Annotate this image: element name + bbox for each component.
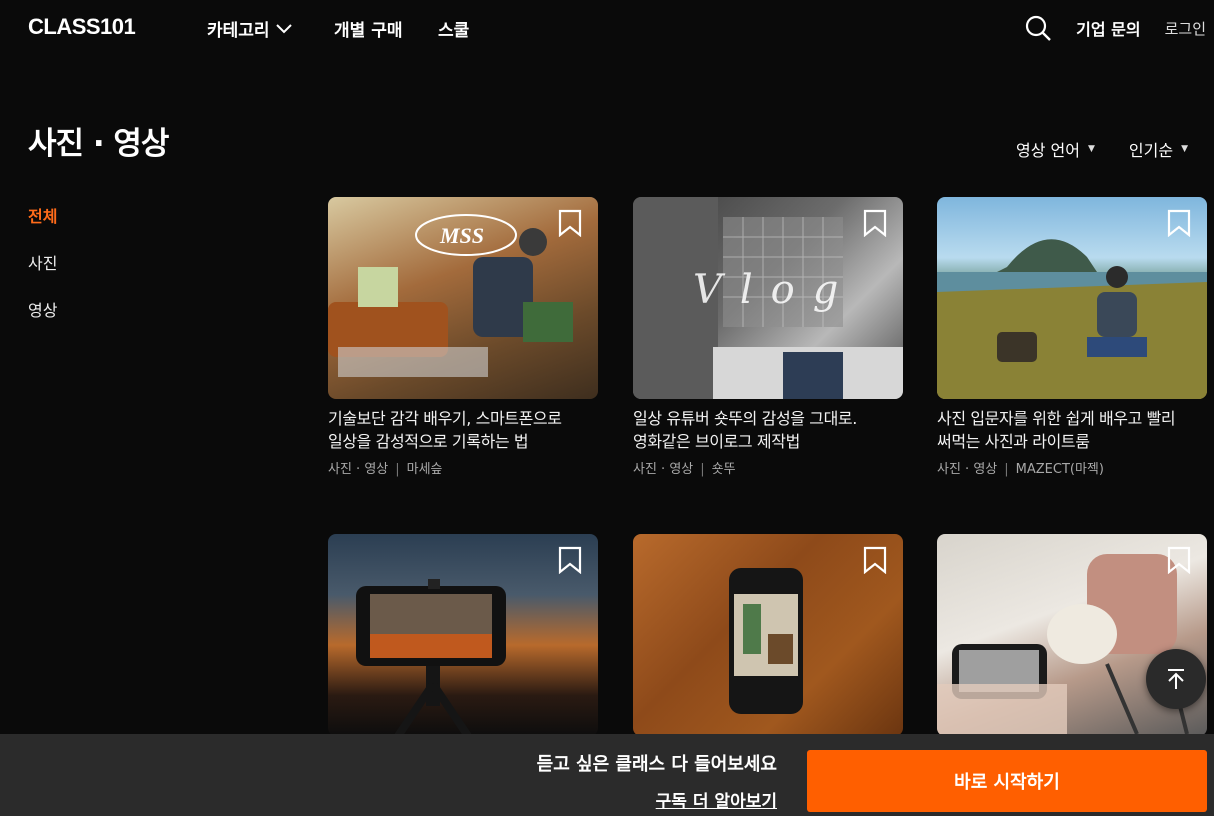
- caret-down-icon: ▼: [1087, 144, 1095, 154]
- class-card[interactable]: [633, 534, 903, 736]
- thumbnail-overlay-text: MSS: [440, 223, 485, 248]
- class-category: 사진 · 영상: [937, 462, 998, 477]
- class-title-line: 일상 유튜버 숏뚜의 감성을 그대로.: [633, 409, 857, 428]
- class-title: 기술보단 감각 배우기, 스마트폰으로 일상을 감성적으로 기록하는 법: [328, 407, 598, 453]
- class-title: 일상 유튜버 숏뚜의 감성을 그대로. 영화같은 브이로그 제작법: [633, 407, 903, 453]
- thumbnail-overlay-text: Vlog: [693, 267, 857, 313]
- class-card[interactable]: MSS 기술보단 감각 배우기, 스마트폰으로 일상을 감성적으로 기록하는 법…: [328, 197, 598, 477]
- promo-text: 듣고 싶은 클래스 다 들어보세요: [536, 754, 777, 775]
- class-creator: MAZECT(마젝): [1015, 462, 1104, 477]
- class-meta: 사진 · 영상 | MAZECT(마젝): [937, 458, 1207, 477]
- class-creator: 숏뚜: [711, 462, 736, 477]
- bookmark-icon[interactable]: [558, 546, 582, 574]
- nav-school[interactable]: 스쿨: [438, 16, 469, 41]
- arrow-up-icon: [1168, 669, 1184, 689]
- nav-category-label: 카테고리: [207, 21, 270, 41]
- class-thumbnail[interactable]: MSS: [328, 197, 598, 399]
- nav-individual-purchase[interactable]: 개별 구매: [334, 16, 402, 41]
- subscription-promo: 듣고 싶은 클래스 다 들어보세요 구독 더 알아보기: [537, 750, 777, 812]
- class-title-line: 영화같은 브이로그 제작법: [633, 432, 800, 451]
- language-filter[interactable]: 영상 언어 ▼: [1016, 137, 1095, 161]
- nav-category[interactable]: 카테고리: [207, 16, 292, 41]
- bookmark-icon[interactable]: [1167, 209, 1191, 237]
- class-meta: 사진 · 영상 | 마세슾: [328, 458, 598, 477]
- class-title: 사진 입문자를 위한 쉽게 배우고 빨리 써먹는 사진과 라이트룸: [937, 407, 1207, 453]
- class-thumbnail[interactable]: [633, 534, 903, 736]
- search-icon[interactable]: [1024, 14, 1052, 42]
- class-card[interactable]: 사진 입문자를 위한 쉽게 배우고 빨리 써먹는 사진과 라이트룸 사진 · 영…: [937, 197, 1207, 477]
- class-meta: 사진 · 영상 | 숏뚜: [633, 458, 903, 477]
- class-category: 사진 · 영상: [633, 462, 694, 477]
- sidebar-item-video[interactable]: 영상: [28, 297, 57, 321]
- language-filter-label: 영상 언어: [1016, 141, 1080, 160]
- bookmark-icon[interactable]: [863, 546, 887, 574]
- class-creator: 마세슾: [406, 462, 443, 477]
- sidebar-item-all[interactable]: 전체: [28, 203, 57, 227]
- bookmark-icon[interactable]: [1167, 546, 1191, 574]
- header: CLASS101 카테고리 개별 구매 스쿨 기업 문의 로그인: [0, 0, 1214, 56]
- bookmark-icon[interactable]: [863, 209, 887, 237]
- sort-filter[interactable]: 인기순 ▼: [1129, 137, 1188, 161]
- sidebar-item-photo[interactable]: 사진: [28, 250, 57, 274]
- logo[interactable]: CLASS101: [28, 14, 136, 40]
- header-actions: 기업 문의 로그인: [1024, 14, 1206, 42]
- meta-separator: |: [1004, 462, 1009, 477]
- class-thumbnail[interactable]: [937, 197, 1207, 399]
- class-title-line: 사진 입문자를 위한 쉽게 배우고 빨리: [937, 409, 1176, 428]
- meta-separator: |: [700, 462, 705, 477]
- sidebar: 전체 사진 영상: [28, 203, 57, 344]
- chevron-down-icon: [275, 23, 292, 33]
- class-card[interactable]: Vlog 일상 유튜버 숏뚜의 감성을 그대로. 영화같은 브이로그 제작법 사…: [633, 197, 903, 477]
- class-card[interactable]: [328, 534, 598, 736]
- learn-more-link[interactable]: 구독 더 알아보기: [656, 787, 777, 812]
- sort-filter-label: 인기순: [1128, 141, 1174, 160]
- class-title-line: 일상을 감성적으로 기록하는 법: [328, 432, 529, 451]
- start-now-button[interactable]: 바로 시작하기: [807, 750, 1207, 812]
- class-category: 사진 · 영상: [328, 462, 389, 477]
- bookmark-icon[interactable]: [558, 209, 582, 237]
- class-thumbnail[interactable]: [328, 534, 598, 736]
- meta-separator: |: [395, 462, 400, 477]
- login-link[interactable]: 로그인: [1165, 18, 1206, 39]
- class-title-line: 기술보단 감각 배우기, 스마트폰으로: [328, 409, 562, 428]
- page-title: 사진 · 영상: [28, 126, 169, 162]
- subscription-bar: 듣고 싶은 클래스 다 들어보세요 구독 더 알아보기 바로 시작하기: [0, 734, 1214, 816]
- scroll-to-top-button[interactable]: [1146, 649, 1206, 709]
- business-inquiry-link[interactable]: 기업 문의: [1076, 16, 1140, 40]
- filter-bar: 영상 언어 ▼ 인기순 ▼: [1016, 137, 1188, 161]
- class-thumbnail[interactable]: Vlog: [633, 197, 903, 399]
- class-title-line: 써먹는 사진과 라이트룸: [937, 432, 1090, 451]
- caret-down-icon: ▼: [1181, 144, 1188, 154]
